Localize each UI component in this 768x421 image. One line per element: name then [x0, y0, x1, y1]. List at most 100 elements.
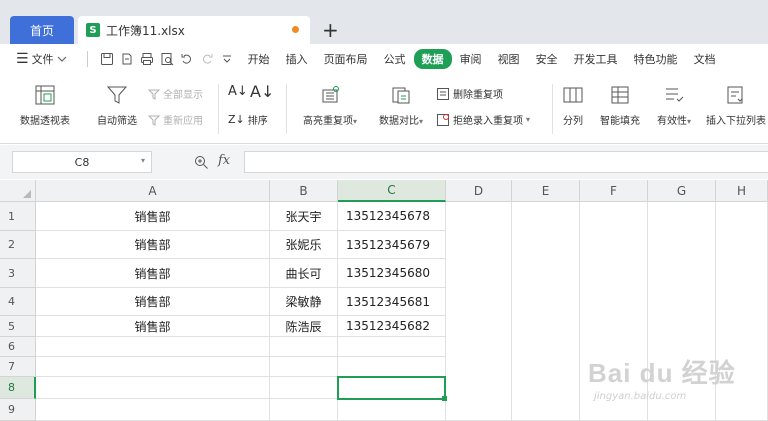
cell-b2[interactable]: 张妮乐 — [270, 231, 338, 259]
column-e-cells[interactable] — [512, 202, 580, 421]
cell-a7[interactable] — [36, 357, 270, 377]
row-header-8[interactable]: 8 — [0, 377, 36, 399]
insert-dropdown-list-button[interactable]: 插入下拉列表 — [704, 84, 768, 127]
cell-a4[interactable]: 销售部 — [36, 288, 270, 316]
sort-descending-button[interactable]: A↓ — [250, 82, 274, 101]
column-header-c[interactable]: C — [338, 180, 446, 202]
row-header-2[interactable]: 2 — [0, 231, 36, 259]
column-header-g[interactable]: G — [648, 180, 716, 202]
tab-start[interactable]: 开始 — [240, 51, 278, 67]
row-header-7[interactable]: 7 — [0, 357, 36, 377]
remove-duplicates-button[interactable]: 删除重复项 — [436, 86, 503, 101]
tab-insert[interactable]: 插入 — [278, 51, 316, 67]
show-all-button[interactable]: 全部显示 — [148, 86, 203, 101]
cell-b5[interactable]: 陈浩辰 — [270, 316, 338, 337]
data-compare-button[interactable]: 数据对比▾ — [370, 84, 432, 127]
print-icon[interactable] — [140, 52, 154, 66]
cell-c4[interactable]: 13512345681 — [338, 288, 446, 316]
tab-developer[interactable]: 开发工具 — [566, 51, 626, 67]
reject-duplicates-label: 拒绝录入重复项 — [453, 116, 523, 127]
column-header-e[interactable]: E — [512, 180, 580, 202]
auto-filter-label: 自动筛选 — [97, 116, 137, 127]
row-header-6[interactable]: 6 — [0, 337, 36, 357]
cell-c7[interactable] — [338, 357, 446, 377]
undo-icon[interactable] — [180, 52, 194, 66]
cell-b7[interactable] — [270, 357, 338, 377]
pivot-table-icon — [35, 85, 55, 105]
highlight-duplicates-button[interactable]: 高亮重复项▾ — [294, 84, 366, 127]
cell-a6[interactable] — [36, 337, 270, 357]
row-header-1[interactable]: 1 — [0, 202, 36, 231]
save-icon[interactable] — [100, 52, 114, 66]
cell-a3[interactable]: 销售部 — [36, 259, 270, 288]
cell-c6[interactable] — [338, 337, 446, 357]
cell-a9[interactable] — [36, 399, 270, 421]
new-tab-button[interactable]: + — [322, 18, 339, 42]
tab-data[interactable]: 数据 — [413, 49, 452, 69]
chevron-down-icon[interactable]: ▾ — [141, 156, 145, 165]
active-cell-selection[interactable] — [337, 376, 446, 400]
cell-c5[interactable]: 13512345682 — [338, 316, 446, 337]
watermark-url: jingyan.baidu.com — [594, 391, 687, 402]
tab-review[interactable]: 审阅 — [452, 51, 490, 67]
fill-handle[interactable] — [442, 396, 447, 401]
cell-b6[interactable] — [270, 337, 338, 357]
function-icon[interactable]: fx — [218, 153, 230, 168]
workbook-tab[interactable]: S 工作簿11.xlsx — [78, 16, 310, 44]
split-column-button[interactable]: 分列 — [558, 84, 588, 127]
cell-c3[interactable]: 13512345680 — [338, 259, 446, 288]
cell-c9[interactable] — [338, 399, 446, 421]
cell-a2[interactable]: 销售部 — [36, 231, 270, 259]
cell-b3[interactable]: 曲长可 — [270, 259, 338, 288]
divider — [286, 84, 287, 134]
zoom-search-icon[interactable] — [194, 155, 210, 169]
reject-duplicates-button[interactable]: 拒绝录入重复项 ▾ — [436, 112, 530, 127]
tab-page-layout[interactable]: 页面布局 — [316, 51, 376, 67]
reapply-button[interactable]: 重新应用 — [148, 112, 203, 127]
tab-document[interactable]: 文档 — [686, 51, 724, 67]
smart-fill-button[interactable]: 智能填充 — [592, 84, 648, 127]
formula-input[interactable] — [244, 151, 768, 173]
select-all-corner[interactable] — [0, 180, 36, 202]
row-header-5[interactable]: 5 — [0, 316, 36, 337]
cell-a1[interactable]: 销售部 — [36, 202, 270, 231]
chevron-down-icon — [57, 56, 66, 62]
cell-b1[interactable]: 张天宇 — [270, 202, 338, 231]
tab-special-features[interactable]: 特色功能 — [626, 51, 686, 67]
name-box-value: C8 — [74, 155, 90, 169]
name-box[interactable]: C8 ▾ — [12, 151, 152, 173]
output-pdf-icon[interactable] — [120, 52, 134, 66]
column-header-b[interactable]: B — [270, 180, 338, 202]
auto-filter-button[interactable]: 自动筛选 — [88, 84, 146, 127]
column-d-cells[interactable] — [446, 202, 512, 421]
cell-a8[interactable] — [36, 377, 270, 399]
pivot-table-button[interactable]: 数据透视表 — [10, 84, 80, 127]
cell-b9[interactable] — [270, 399, 338, 421]
column-header-a[interactable]: A — [36, 180, 270, 202]
customize-toolbar-icon[interactable] — [220, 52, 234, 66]
tab-view[interactable]: 视图 — [490, 51, 528, 67]
tab-security[interactable]: 安全 — [528, 51, 566, 67]
sort-ascending-button[interactable]: A↓ — [228, 84, 248, 99]
row-header-4[interactable]: 4 — [0, 288, 36, 316]
column-header-h[interactable]: H — [716, 180, 768, 202]
print-preview-icon[interactable] — [160, 52, 174, 66]
sort-button[interactable]: Z↓ 排序 — [228, 112, 268, 127]
row-header-9[interactable]: 9 — [0, 399, 36, 421]
cell-a5[interactable]: 销售部 — [36, 316, 270, 337]
file-menu[interactable]: ☰ 文件 — [0, 51, 67, 67]
row-header-3[interactable]: 3 — [0, 259, 36, 288]
pivot-table-label: 数据透视表 — [20, 116, 70, 127]
tab-formula[interactable]: 公式 — [376, 51, 414, 67]
home-tab[interactable]: 首页 — [10, 16, 74, 44]
column-header-f[interactable]: F — [580, 180, 648, 202]
validity-button[interactable]: 有效性▾ — [650, 84, 698, 127]
sort-descending-icon: A↓ — [250, 82, 275, 101]
cell-b8[interactable] — [270, 377, 338, 399]
column-header-d[interactable]: D — [446, 180, 512, 202]
cell-c2[interactable]: 13512345679 — [338, 231, 446, 259]
quick-access-toolbar — [81, 51, 234, 67]
cell-c1[interactable]: 13512345678 — [338, 202, 446, 231]
redo-icon[interactable] — [200, 52, 214, 66]
cell-b4[interactable]: 梁敏静 — [270, 288, 338, 316]
